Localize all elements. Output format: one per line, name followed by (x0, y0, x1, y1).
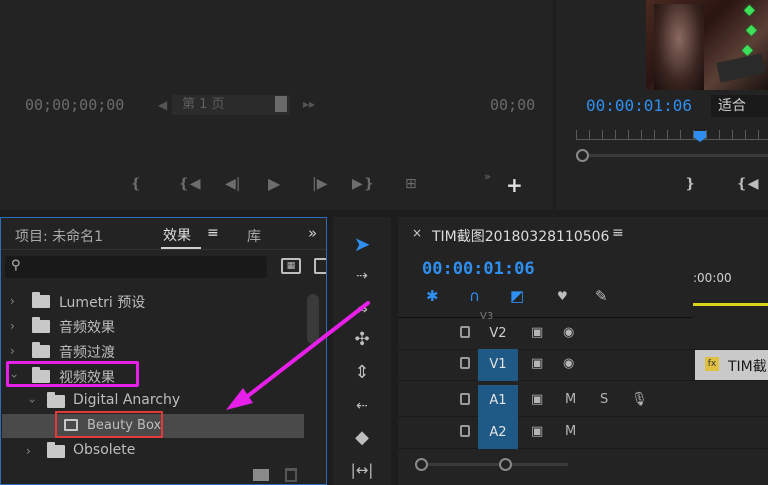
close-sequence-icon[interactable]: × (412, 226, 422, 240)
sequence-menu-icon[interactable]: ≡ (612, 225, 624, 241)
clip-label: TIM截 (728, 359, 767, 375)
track-label-v2[interactable]: V2 (478, 318, 518, 350)
timeline-zoom-handle-right[interactable] (499, 458, 512, 471)
timeline-clip[interactable]: fx TIM截 (695, 350, 768, 380)
lock-icon[interactable] (460, 425, 470, 437)
sync-lock-icon[interactable]: ▣ (531, 325, 543, 340)
linked-selection-icon[interactable]: ◩ (510, 287, 524, 305)
sync-lock-icon[interactable]: ▣ (531, 424, 543, 439)
microphone-icon[interactable]: 🎙 (631, 392, 648, 407)
timeline-panel: × TIM截图20180328110506 ≡ 00:00:01:06 :00:… (398, 217, 768, 485)
work-area-bar[interactable] (693, 303, 768, 306)
lock-icon[interactable] (460, 393, 470, 405)
sequence-tab[interactable]: TIM截图20180328110506 (432, 226, 609, 246)
mute-button[interactable]: M (565, 392, 576, 407)
sync-lock-icon[interactable]: ▣ (531, 392, 543, 407)
track-label-a1[interactable]: A1 (478, 385, 518, 417)
lock-icon[interactable] (460, 357, 470, 369)
lock-icon[interactable] (460, 326, 470, 338)
track-a2: A2 ▣ M (398, 417, 768, 449)
snap-magnet-icon[interactable]: ∩ (469, 287, 480, 305)
ruler-time-label: :00:00 (693, 271, 732, 285)
eye-icon[interactable]: ◉ (563, 356, 574, 371)
track-a1: A1 ▣ M S 🎙 (398, 385, 768, 417)
solo-button[interactable]: S (600, 392, 608, 407)
track-v1: V1 ▣ ◉ fx TIM截 (398, 349, 768, 381)
track-label-v1[interactable]: V1 (478, 349, 518, 381)
eye-icon[interactable]: ◉ (563, 325, 574, 340)
sync-lock-icon[interactable]: ▣ (531, 356, 543, 371)
fx-badge-icon: fx (705, 357, 719, 371)
track-v2: V2 ▣ ◉ (398, 318, 768, 350)
track-label-a2[interactable]: A2 (478, 417, 518, 449)
mute-button[interactable]: M (565, 424, 576, 439)
wrench-icon[interactable]: ✎ (595, 287, 608, 305)
timeline-timecode[interactable]: 00:00:01:06 (422, 259, 535, 279)
add-marker-icon[interactable]: ♥ (557, 289, 568, 303)
timeline-zoom-handle-left[interactable] (415, 458, 428, 471)
nest-icon[interactable]: ✱ (426, 287, 439, 305)
timeline-zoom-bar[interactable] (420, 463, 568, 466)
